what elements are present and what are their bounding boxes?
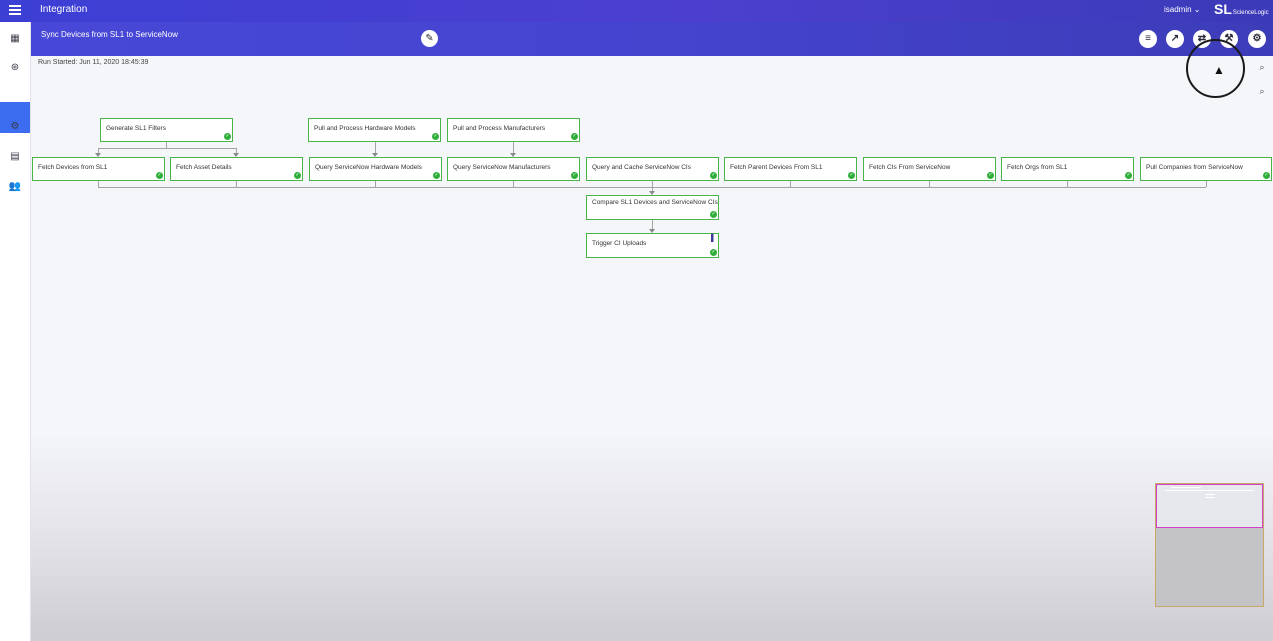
connector-line: [1206, 180, 1207, 187]
workflow-step[interactable]: Query ServiceNow Manufacturers ✓: [447, 157, 580, 181]
trend-icon[interactable]: ↗: [1166, 30, 1184, 48]
check-icon: ✓: [1125, 172, 1132, 179]
check-icon: ✓: [571, 133, 578, 140]
workflow-step[interactable]: Fetch Orgs from SL1 ✓: [1001, 157, 1134, 181]
zoom-in-icon[interactable]: ⌕: [1256, 62, 1268, 74]
mouse-pointer-icon: ▲: [1213, 63, 1225, 77]
document-icon[interactable]: ▤: [6, 150, 24, 164]
workflow-step[interactable]: Pull and Process Manufacturers ✓: [447, 118, 580, 142]
check-icon: ✓: [433, 172, 440, 179]
check-icon: ✓: [1263, 172, 1270, 179]
users-icon[interactable]: 👥: [6, 180, 24, 194]
workflow-header: Sync Devices from SL1 to ServiceNow ✎ ≡ …: [30, 22, 1273, 56]
menu-icon[interactable]: [9, 5, 21, 15]
connector-line: [236, 180, 237, 187]
connector-line: [98, 148, 237, 149]
check-icon: ✓: [710, 249, 717, 256]
zoom-out-icon[interactable]: ⌕: [1256, 86, 1268, 98]
workflow-step[interactable]: Query and Cache ServiceNow CIs ✓: [586, 157, 719, 181]
check-icon: ✓: [224, 133, 231, 140]
workflow-step[interactable]: Fetch Asset Details ✓: [170, 157, 303, 181]
connector-line: [513, 180, 514, 187]
check-icon: ✓: [156, 172, 163, 179]
run-started-text: Run Started: Jun 11, 2020 18:45:39: [38, 59, 149, 66]
integration-icon[interactable]: ⊛: [6, 61, 24, 75]
check-icon: ✓: [710, 172, 717, 179]
sidebar: ▦ ⊛ ☰ ⚙ ▤ 👥: [0, 22, 31, 641]
workflow-step[interactable]: Generate SL1 Filters ✓: [100, 118, 233, 142]
connector-line: [790, 180, 791, 187]
workflow-step[interactable]: Pull Companies from ServiceNow ✓: [1140, 157, 1272, 181]
gear-icon[interactable]: ⚙: [1248, 30, 1266, 48]
check-icon: ✓: [571, 172, 578, 179]
settings-icon[interactable]: ⚙: [6, 120, 24, 134]
minimap-viewport[interactable]: [1156, 484, 1263, 528]
workflow-step[interactable]: Pull and Process Hardware Models ✓: [308, 118, 441, 142]
user-menu[interactable]: isadmin ⌄: [1164, 5, 1201, 14]
check-icon: ✓: [294, 172, 301, 179]
connector-line: [375, 180, 376, 187]
workflow-step[interactable]: Query ServiceNow Hardware Models ✓: [309, 157, 442, 181]
connector-line: [929, 180, 930, 187]
app-title: Integration: [40, 4, 88, 15]
check-icon: ✓: [710, 211, 717, 218]
workflow-step[interactable]: Fetch Devices from SL1 ✓: [32, 157, 165, 181]
workflow-canvas[interactable]: [31, 56, 1273, 641]
workflow-title: Sync Devices from SL1 to ServiceNow: [41, 30, 178, 39]
check-icon: ✓: [432, 133, 439, 140]
workflow-step[interactable]: Fetch CIs From ServiceNow ✓: [863, 157, 996, 181]
connector-line: [166, 141, 167, 148]
minimap[interactable]: [1155, 483, 1264, 607]
workflow-step[interactable]: Fetch Parent Devices From SL1 ✓: [724, 157, 857, 181]
sciencelogic-logo: SLScienceLogic: [1214, 1, 1269, 17]
workflow-step[interactable]: Trigger CI Uploads ✓: [586, 233, 719, 258]
list-icon[interactable]: ≡: [1139, 30, 1157, 48]
connector-line: [98, 180, 99, 187]
cursor-icon: ▌: [711, 235, 716, 242]
check-icon: ✓: [848, 172, 855, 179]
steps-icon[interactable]: ☰: [6, 90, 24, 104]
connector-line: [1067, 180, 1068, 187]
top-navigation-bar: Integration isadmin ⌄ SLScienceLogic: [0, 0, 1273, 22]
dashboard-icon[interactable]: ▦: [6, 32, 24, 46]
workflow-step[interactable]: Compare SL1 Devices and ServiceNow CIs ✓: [586, 195, 719, 220]
edit-workflow-button[interactable]: ✎: [421, 30, 438, 47]
check-icon: ✓: [987, 172, 994, 179]
